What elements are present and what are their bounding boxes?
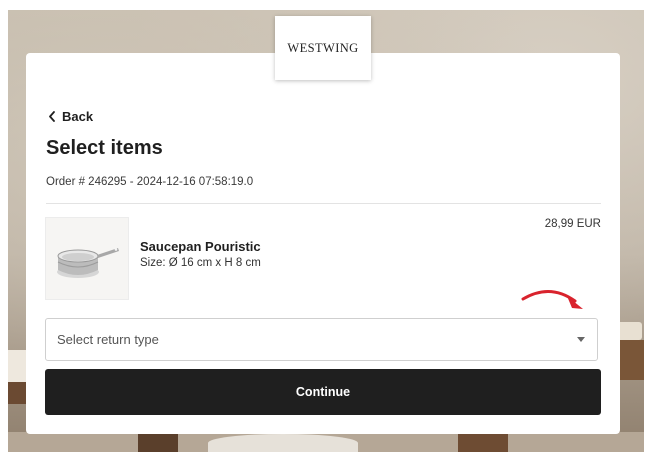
- item-name: Saucepan Pouristic: [140, 239, 261, 254]
- brand-logo: WESTWING: [275, 16, 371, 80]
- brand-logo-text: WESTWING: [287, 40, 359, 55]
- item-price: 28,99 EUR: [544, 218, 601, 230]
- back-link[interactable]: Back: [48, 109, 93, 124]
- item-size: Size: Ø 16 cm x H 8 cm: [140, 257, 261, 269]
- caret-down-icon: [577, 337, 585, 342]
- saucepan-image: [57, 248, 119, 278]
- chevron-left-icon: [49, 111, 55, 122]
- return-type-select[interactable]: Select return type: [45, 318, 598, 361]
- page-title: Select items: [46, 137, 163, 159]
- item-thumbnail: [45, 217, 129, 300]
- continue-button[interactable]: Continue: [45, 369, 601, 415]
- divider: [46, 203, 601, 204]
- return-card: Back Select items Order # 246295 - 2024-…: [26, 53, 620, 434]
- order-info: Order # 246295 - 2024-12-16 07:58:19.0: [46, 176, 254, 188]
- return-type-placeholder: Select return type: [57, 332, 159, 347]
- annotation-arrow-icon: [521, 290, 583, 309]
- back-label: Back: [62, 109, 94, 124]
